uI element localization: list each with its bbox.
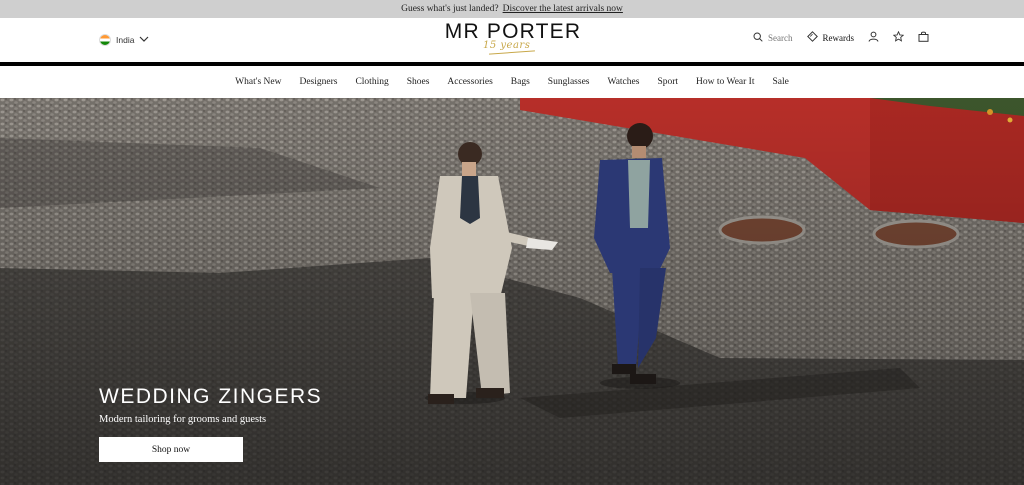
- hero-banner[interactable]: WEDDING ZINGERS Modern tailoring for gro…: [0, 98, 1024, 485]
- search-button[interactable]: Search: [753, 31, 793, 44]
- nav-item-whats-new[interactable]: What's New: [235, 77, 281, 87]
- promo-bar: Guess what's just landed? Discover the l…: [0, 0, 1024, 18]
- star-icon: [892, 30, 905, 44]
- search-label: Search: [768, 32, 793, 43]
- nav-item-accessories[interactable]: Accessories: [447, 77, 492, 87]
- country-selector[interactable]: India: [99, 34, 149, 46]
- india-flag-icon: [99, 34, 111, 46]
- nav-item-sport[interactable]: Sport: [657, 77, 678, 87]
- nav-item-sale[interactable]: Sale: [772, 77, 788, 87]
- shopping-bag-icon: [918, 31, 929, 44]
- rewards-button[interactable]: Rewards: [806, 31, 855, 44]
- site-header: India MR PORTER 15 years Search Rewards: [0, 18, 1024, 62]
- country-label: India: [116, 35, 135, 45]
- hero-subtitle: Modern tailoring for grooms and guests: [99, 414, 267, 425]
- nav-item-how-to-wear-it[interactable]: How to Wear It: [696, 77, 754, 87]
- chevron-down-icon: [139, 35, 149, 45]
- nav-item-clothing[interactable]: Clothing: [355, 77, 388, 87]
- rewards-diamond-icon: [806, 31, 818, 44]
- nav-item-shoes[interactable]: Shoes: [407, 77, 430, 87]
- nav-item-sunglasses[interactable]: Sunglasses: [548, 77, 590, 87]
- nav-item-bags[interactable]: Bags: [511, 77, 530, 87]
- nav-item-watches[interactable]: Watches: [608, 77, 640, 87]
- nav-item-designers[interactable]: Designers: [299, 77, 337, 87]
- hero-image: [0, 98, 1024, 485]
- logo-script-underline: [489, 50, 535, 55]
- logo-anniversary-script: 15 years: [483, 40, 531, 51]
- main-nav: What's New Designers Clothing Shoes Acce…: [0, 66, 1024, 98]
- hero-title: WEDDING ZINGERS: [99, 385, 323, 408]
- search-icon: [753, 31, 763, 44]
- rewards-label: Rewards: [822, 32, 855, 43]
- user-icon: [868, 31, 879, 44]
- site-logo[interactable]: MR PORTER 15 years: [437, 21, 589, 59]
- shop-now-button[interactable]: Shop now: [99, 437, 243, 462]
- promo-text: Guess what's just landed?: [401, 4, 499, 14]
- wishlist-button[interactable]: [892, 30, 905, 44]
- promo-link[interactable]: Discover the latest arrivals now: [503, 4, 623, 14]
- account-button[interactable]: [868, 31, 879, 44]
- bag-button[interactable]: [918, 31, 929, 44]
- utility-nav: Search Rewards: [753, 30, 929, 44]
